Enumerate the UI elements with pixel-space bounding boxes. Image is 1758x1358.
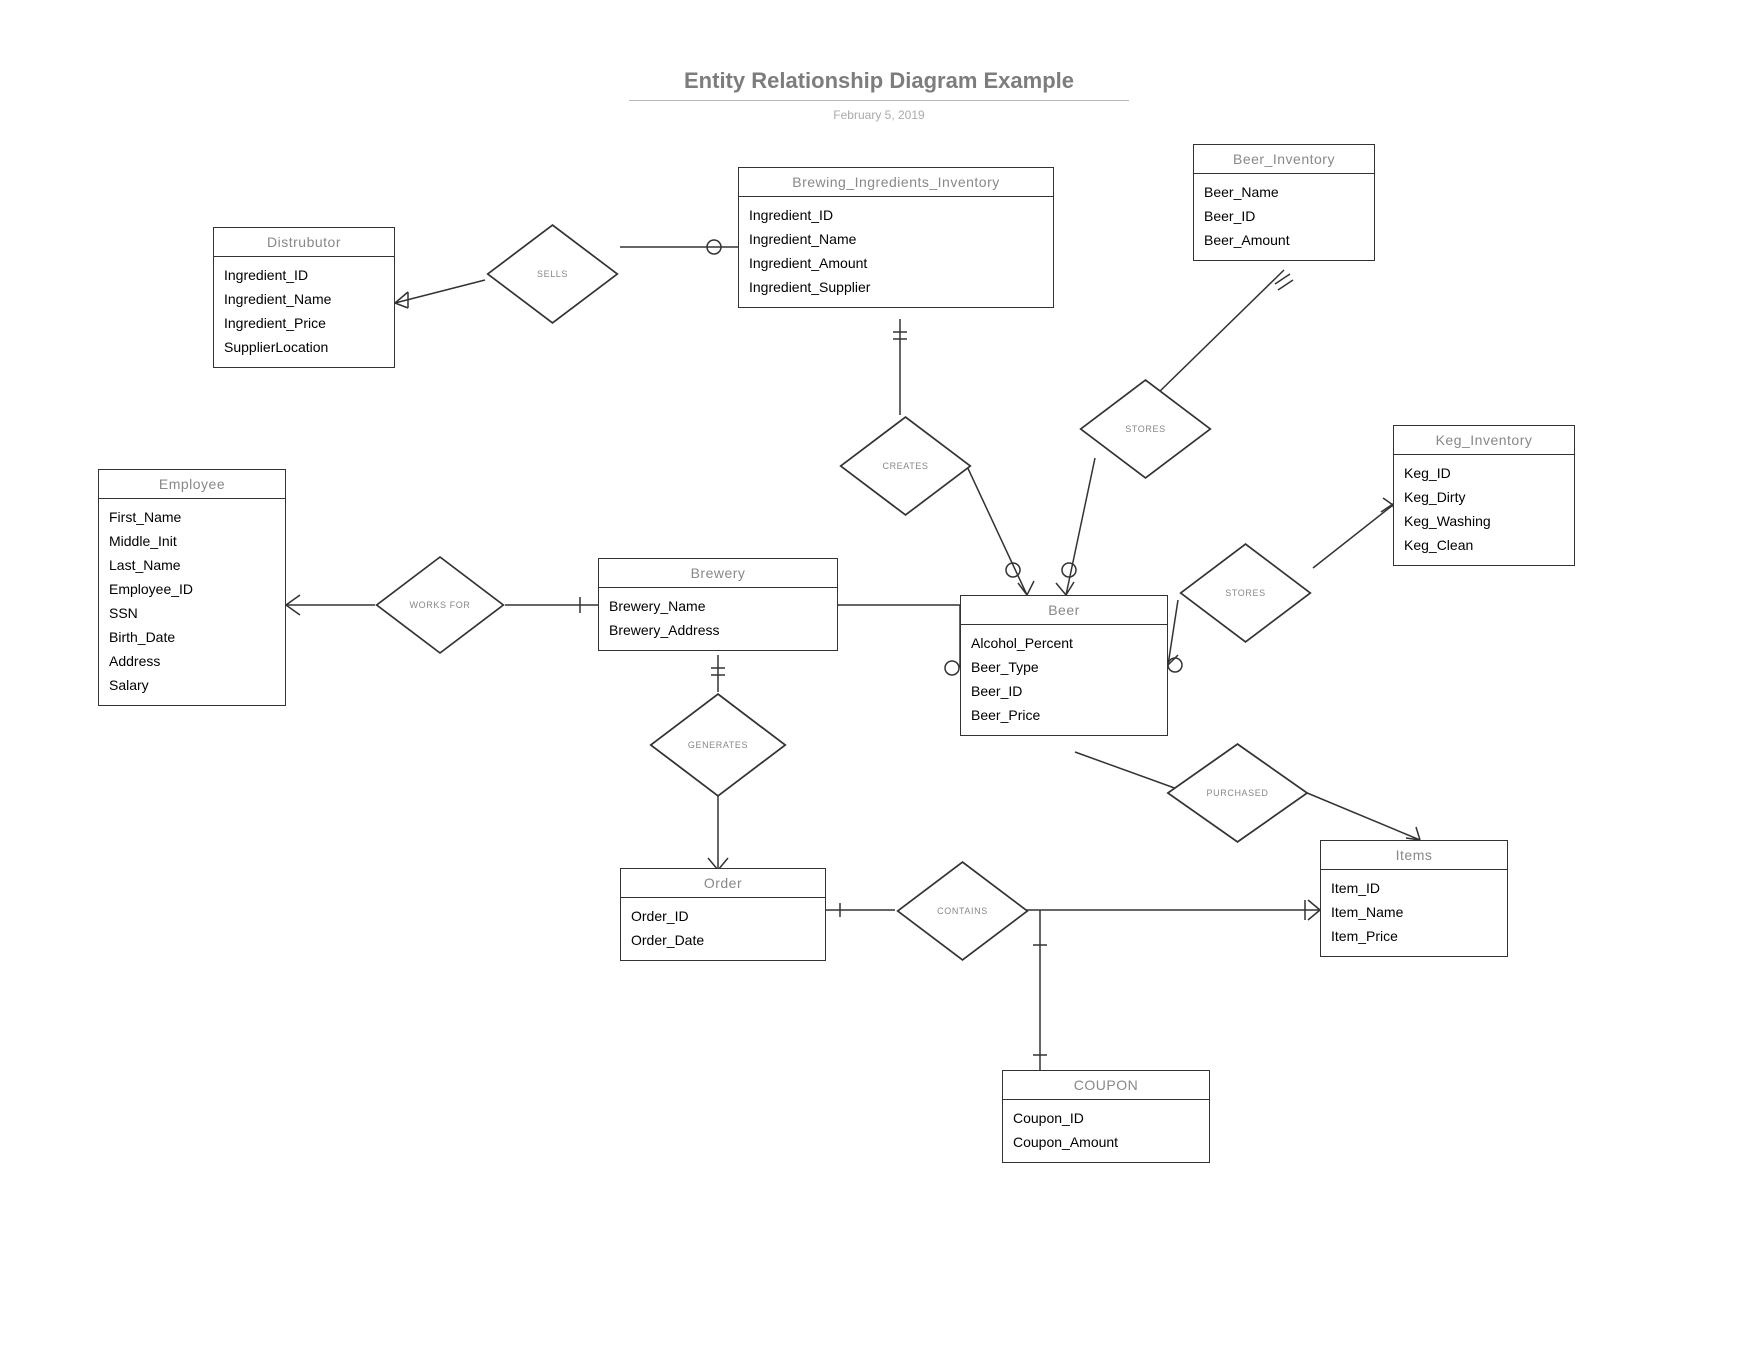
rel-works-for: WORKS FOR <box>374 555 506 655</box>
attr: Middle_Init <box>109 529 275 553</box>
entity-distributor: Distrubutor Ingredient_ID Ingredient_Nam… <box>213 227 395 368</box>
attr: Beer_Type <box>971 655 1157 679</box>
diamond-label: STORES <box>1225 588 1265 598</box>
attr: Beer_Name <box>1204 180 1364 204</box>
entity-header: Beer <box>961 596 1167 625</box>
attr: Beer_Price <box>971 703 1157 727</box>
attr: Ingredient_Supplier <box>749 275 1043 299</box>
diamond-label: GENERATES <box>688 740 748 750</box>
entity-beer: Beer Alcohol_Percent Beer_Type Beer_ID B… <box>960 595 1168 736</box>
attr: Order_Date <box>631 928 815 952</box>
attr: Beer_Amount <box>1204 228 1364 252</box>
entity-header: Brewery <box>599 559 837 588</box>
attr: Keg_Dirty <box>1404 485 1564 509</box>
entity-beer-inventory: Beer_Inventory Beer_Name Beer_ID Beer_Am… <box>1193 144 1375 261</box>
entity-header: Items <box>1321 841 1507 870</box>
entity-items: Items Item_ID Item_Name Item_Price <box>1320 840 1508 957</box>
attr: Item_Price <box>1331 924 1497 948</box>
rel-contains: CONTAINS <box>895 860 1030 962</box>
entity-brewing-ingredients-inventory: Brewing_Ingredients_Inventory Ingredient… <box>738 167 1054 308</box>
attr: Item_Name <box>1331 900 1497 924</box>
attr: SupplierLocation <box>224 335 384 359</box>
attr: Brewery_Name <box>609 594 827 618</box>
attr: Ingredient_Price <box>224 311 384 335</box>
attr: Salary <box>109 673 275 697</box>
attr: Keg_Clean <box>1404 533 1564 557</box>
entity-header: Keg_Inventory <box>1394 426 1574 455</box>
attr: Birth_Date <box>109 625 275 649</box>
entity-header: Beer_Inventory <box>1194 145 1374 174</box>
attr: Address <box>109 649 275 673</box>
attr: Beer_ID <box>971 679 1157 703</box>
diagram-title: Entity Relationship Diagram Example <box>629 68 1129 101</box>
entity-employee: Employee First_Name Middle_Init Last_Nam… <box>98 469 286 706</box>
attr: First_Name <box>109 505 275 529</box>
entity-keg-inventory: Keg_Inventory Keg_ID Keg_Dirty Keg_Washi… <box>1393 425 1575 566</box>
attr: Ingredient_ID <box>749 203 1043 227</box>
rel-stores-1: STORES <box>1078 378 1213 480</box>
entity-header: Employee <box>99 470 285 499</box>
diamond-label: SELLS <box>537 269 568 279</box>
entity-header: Distrubutor <box>214 228 394 257</box>
entity-brewery: Brewery Brewery_Name Brewery_Address <box>598 558 838 651</box>
rel-generates: GENERATES <box>648 692 788 798</box>
attr: Ingredient_Name <box>224 287 384 311</box>
attr: Item_ID <box>1331 876 1497 900</box>
diamond-label: CREATES <box>882 461 928 471</box>
attr: Keg_ID <box>1404 461 1564 485</box>
attr: Coupon_ID <box>1013 1106 1199 1130</box>
diamond-label: WORKS FOR <box>410 600 471 610</box>
attr: Ingredient_Name <box>749 227 1043 251</box>
entity-order: Order Order_ID Order_Date <box>620 868 826 961</box>
attr: Coupon_Amount <box>1013 1130 1199 1154</box>
attr: Alcohol_Percent <box>971 631 1157 655</box>
entity-header: Brewing_Ingredients_Inventory <box>739 168 1053 197</box>
diamond-label: STORES <box>1125 424 1165 434</box>
entity-header: COUPON <box>1003 1071 1209 1100</box>
diagram-date: February 5, 2019 <box>833 108 924 122</box>
diamond-label: CONTAINS <box>937 906 988 916</box>
attr: Last_Name <box>109 553 275 577</box>
attr: Keg_Washing <box>1404 509 1564 533</box>
attr: Order_ID <box>631 904 815 928</box>
rel-purchased: PURCHASED <box>1165 742 1310 844</box>
attr: Employee_ID <box>109 577 275 601</box>
entity-coupon: COUPON Coupon_ID Coupon_Amount <box>1002 1070 1210 1163</box>
attr: SSN <box>109 601 275 625</box>
attr: Ingredient_Amount <box>749 251 1043 275</box>
attr: Ingredient_ID <box>224 263 384 287</box>
attr: Beer_ID <box>1204 204 1364 228</box>
rel-sells: SELLS <box>485 223 620 325</box>
attr: Brewery_Address <box>609 618 827 642</box>
rel-creates: CREATES <box>838 415 973 517</box>
entity-header: Order <box>621 869 825 898</box>
diamond-label: PURCHASED <box>1207 788 1269 798</box>
rel-stores-2: STORES <box>1178 542 1313 644</box>
